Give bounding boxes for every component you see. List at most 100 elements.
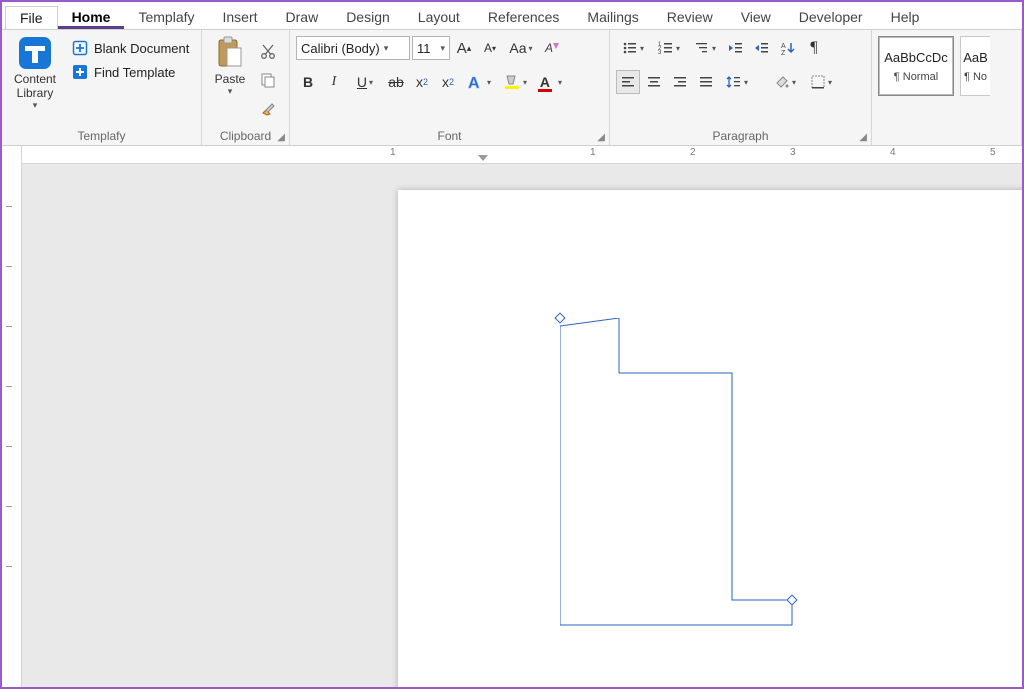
blank-document-button[interactable]: Blank Document [68,38,193,58]
dialog-launcher-icon[interactable]: ◢ [859,132,867,143]
svg-text:3: 3 [658,50,662,56]
bullets-button[interactable]: ▾ [616,36,650,60]
multilevel-list-icon [694,40,710,56]
document-page[interactable] [398,190,1022,687]
highlight-button[interactable]: ▾ [498,70,532,94]
svg-text:Z: Z [781,50,786,56]
chevron-down-icon: ▾ [33,100,38,111]
font-name-select[interactable]: Calibri (Body) ▾ [296,36,410,60]
group-clipboard: Paste ▾ [202,30,290,145]
chevron-down-icon: ▾ [228,86,233,97]
underline-button[interactable]: U▾ [348,70,382,94]
align-right-icon [673,75,687,89]
tab-insert[interactable]: Insert [209,5,272,29]
eraser-a-icon: A [543,39,561,57]
numbering-button[interactable]: 1 2 3 ▾ [652,36,686,60]
paintbrush-icon [260,100,276,116]
group-styles: AaBbCcDc ¶ Normal AaB ¶ No [872,30,1022,145]
svg-text:A: A [781,43,786,50]
change-case-button[interactable]: Aa▾ [504,36,538,60]
line-spacing-button[interactable]: ▾ [720,70,754,94]
group-label-font: Font ◢ [290,129,609,143]
tab-layout[interactable]: Layout [404,5,474,29]
italic-button[interactable]: I [322,70,346,94]
font-size-select[interactable]: 11 ▾ [412,36,450,60]
borders-button[interactable]: ▾ [804,70,838,94]
bold-button[interactable]: B [296,70,320,94]
tab-help[interactable]: Help [877,5,934,29]
style-name-text: ¶ No [964,71,987,83]
style-normal[interactable]: AaBbCcDc ¶ Normal [878,36,954,96]
tab-developer[interactable]: Developer [785,5,877,29]
ruler-mark: 2 [690,147,696,158]
increase-indent-button[interactable] [750,36,774,60]
copy-button[interactable] [256,68,280,92]
plus-square-filled-icon [72,64,88,80]
subscript-button[interactable]: x2 [410,70,434,94]
cut-button[interactable] [256,40,280,64]
align-right-button[interactable] [668,70,692,94]
increase-font-size-button[interactable]: A▴ [452,36,476,60]
strikethrough-button[interactable]: ab [384,70,408,94]
font-color-button[interactable]: A ▾ [534,70,568,94]
clipboard-icon [215,36,245,70]
tab-review[interactable]: Review [653,5,727,29]
align-center-button[interactable] [642,70,666,94]
group-font: Calibri (Body) ▾ 11 ▾ A▴ A▾ Aa▾ A B I U▾… [290,30,610,145]
tab-references[interactable]: References [474,5,574,29]
ribbon: Content Library ▾ Blank Document Find Te… [2,30,1022,146]
tab-home[interactable]: Home [58,5,125,29]
multilevel-list-button[interactable]: ▾ [688,36,722,60]
document-workspace: 1 1 2 3 4 5 [2,146,1022,687]
tab-draw[interactable]: Draw [272,5,333,29]
show-hide-marks-button[interactable]: ¶ [802,36,826,60]
style-sample-text: AaBbCcDc [884,50,948,65]
plus-box-icon [72,40,88,56]
superscript-button[interactable]: x2 [436,70,460,94]
ruler-mark: 1 [590,147,596,158]
decrease-indent-button[interactable] [724,36,748,60]
justify-button[interactable] [694,70,718,94]
borders-icon [810,74,826,90]
dialog-launcher-icon[interactable]: ◢ [277,132,285,143]
tab-view[interactable]: View [727,5,785,29]
line-spacing-icon [726,74,742,90]
group-label-templafy: Templafy [2,129,201,143]
find-template-button[interactable]: Find Template [68,62,193,82]
text-effects-button[interactable]: A ▾ [462,70,496,94]
style-name-text: ¶ Normal [894,71,938,83]
bullet-list-icon [622,40,638,56]
content-library-button[interactable]: Content Library ▾ [8,34,62,127]
decrease-font-size-button[interactable]: A▾ [478,36,502,60]
chevron-down-icon: ▾ [440,43,445,54]
sort-icon: AZ [780,40,796,56]
vertical-ruler[interactable] [2,146,22,687]
shading-button[interactable]: ▾ [768,70,802,94]
svg-text:A: A [544,41,553,55]
content-library-label: Content Library [12,72,58,100]
align-left-button[interactable] [616,70,640,94]
document-canvas[interactable]: 1 1 2 3 4 5 [22,146,1022,687]
text-effects-icon: A [467,73,485,91]
font-size-value: 11 [417,41,431,56]
font-name-value: Calibri (Body) [301,41,380,56]
style-no-spacing[interactable]: AaB ¶ No [960,36,990,96]
ruler-mark: 3 [790,147,796,158]
ruler-mark: 5 [990,147,996,158]
tab-file[interactable]: File [5,6,58,29]
tab-design[interactable]: Design [332,5,404,29]
sort-button[interactable]: AZ [776,36,800,60]
dialog-launcher-icon[interactable]: ◢ [597,132,605,143]
justify-icon [699,75,713,89]
first-line-indent-marker[interactable] [478,155,488,161]
svg-text:A: A [468,75,480,91]
tab-templafy[interactable]: Templafy [124,5,208,29]
format-painter-button[interactable] [256,96,280,120]
clear-formatting-button[interactable]: A [540,36,564,60]
ruler-mark: 1 [390,147,396,158]
templafy-logo-icon [18,36,52,70]
paste-button[interactable]: Paste ▾ [208,34,252,127]
horizontal-ruler[interactable]: 1 1 2 3 4 5 [22,146,1022,164]
group-label-clipboard: Clipboard ◢ [202,129,289,143]
tab-mailings[interactable]: Mailings [573,5,652,29]
